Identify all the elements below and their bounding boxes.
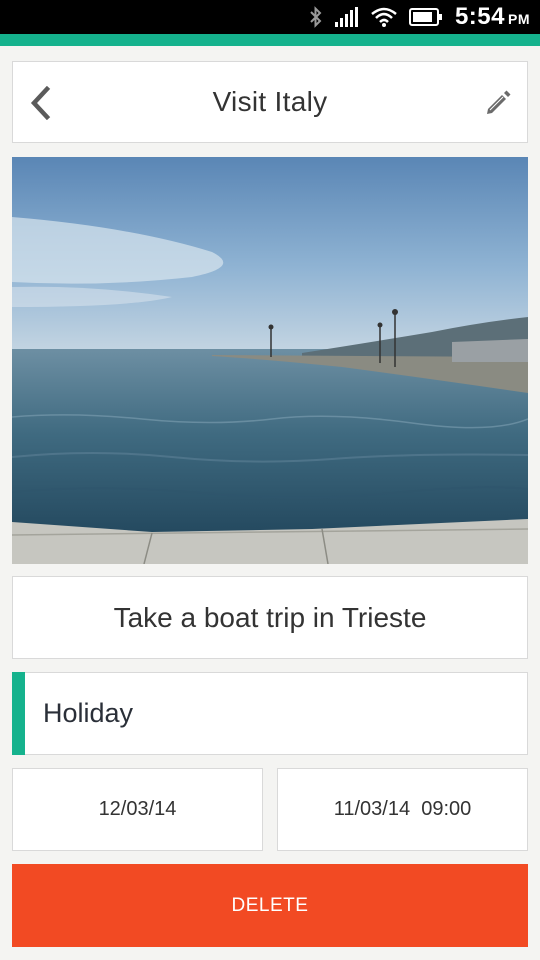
clock-ampm: PM <box>508 11 530 27</box>
chevron-left-icon <box>30 86 51 120</box>
bluetooth-icon <box>309 6 323 28</box>
signal-icon <box>334 7 359 27</box>
task-title: Take a boat trip in Trieste <box>113 601 427 633</box>
edit-button[interactable] <box>481 86 515 120</box>
accent-bar <box>0 34 540 46</box>
pencil-icon <box>487 90 511 114</box>
delete-button[interactable]: DELETE <box>12 864 528 947</box>
header-card: Visit Italy <box>12 61 528 143</box>
status-bar: 5:54 PM <box>0 0 540 34</box>
category-color-stripe <box>12 672 25 755</box>
task-photo[interactable] <box>12 157 528 564</box>
reminder-text: 11/03/14 09:00 <box>333 798 472 820</box>
battery-icon <box>408 8 443 26</box>
category-card[interactable]: Holiday <box>12 672 528 755</box>
reminder-field[interactable]: 11/03/14 09:00 <box>277 768 528 851</box>
page-title: Visit Italy <box>212 86 328 117</box>
wifi-icon <box>371 7 397 27</box>
task-title-card: Take a boat trip in Trieste <box>12 576 528 659</box>
clock-time: 5:54 <box>454 3 505 30</box>
due-date-field[interactable]: 12/03/14 <box>12 768 263 851</box>
back-button[interactable] <box>25 85 55 121</box>
clock: 5:54 PM <box>455 3 530 31</box>
due-date-text: 12/03/14 <box>98 798 177 820</box>
category-label: Holiday <box>43 698 134 728</box>
